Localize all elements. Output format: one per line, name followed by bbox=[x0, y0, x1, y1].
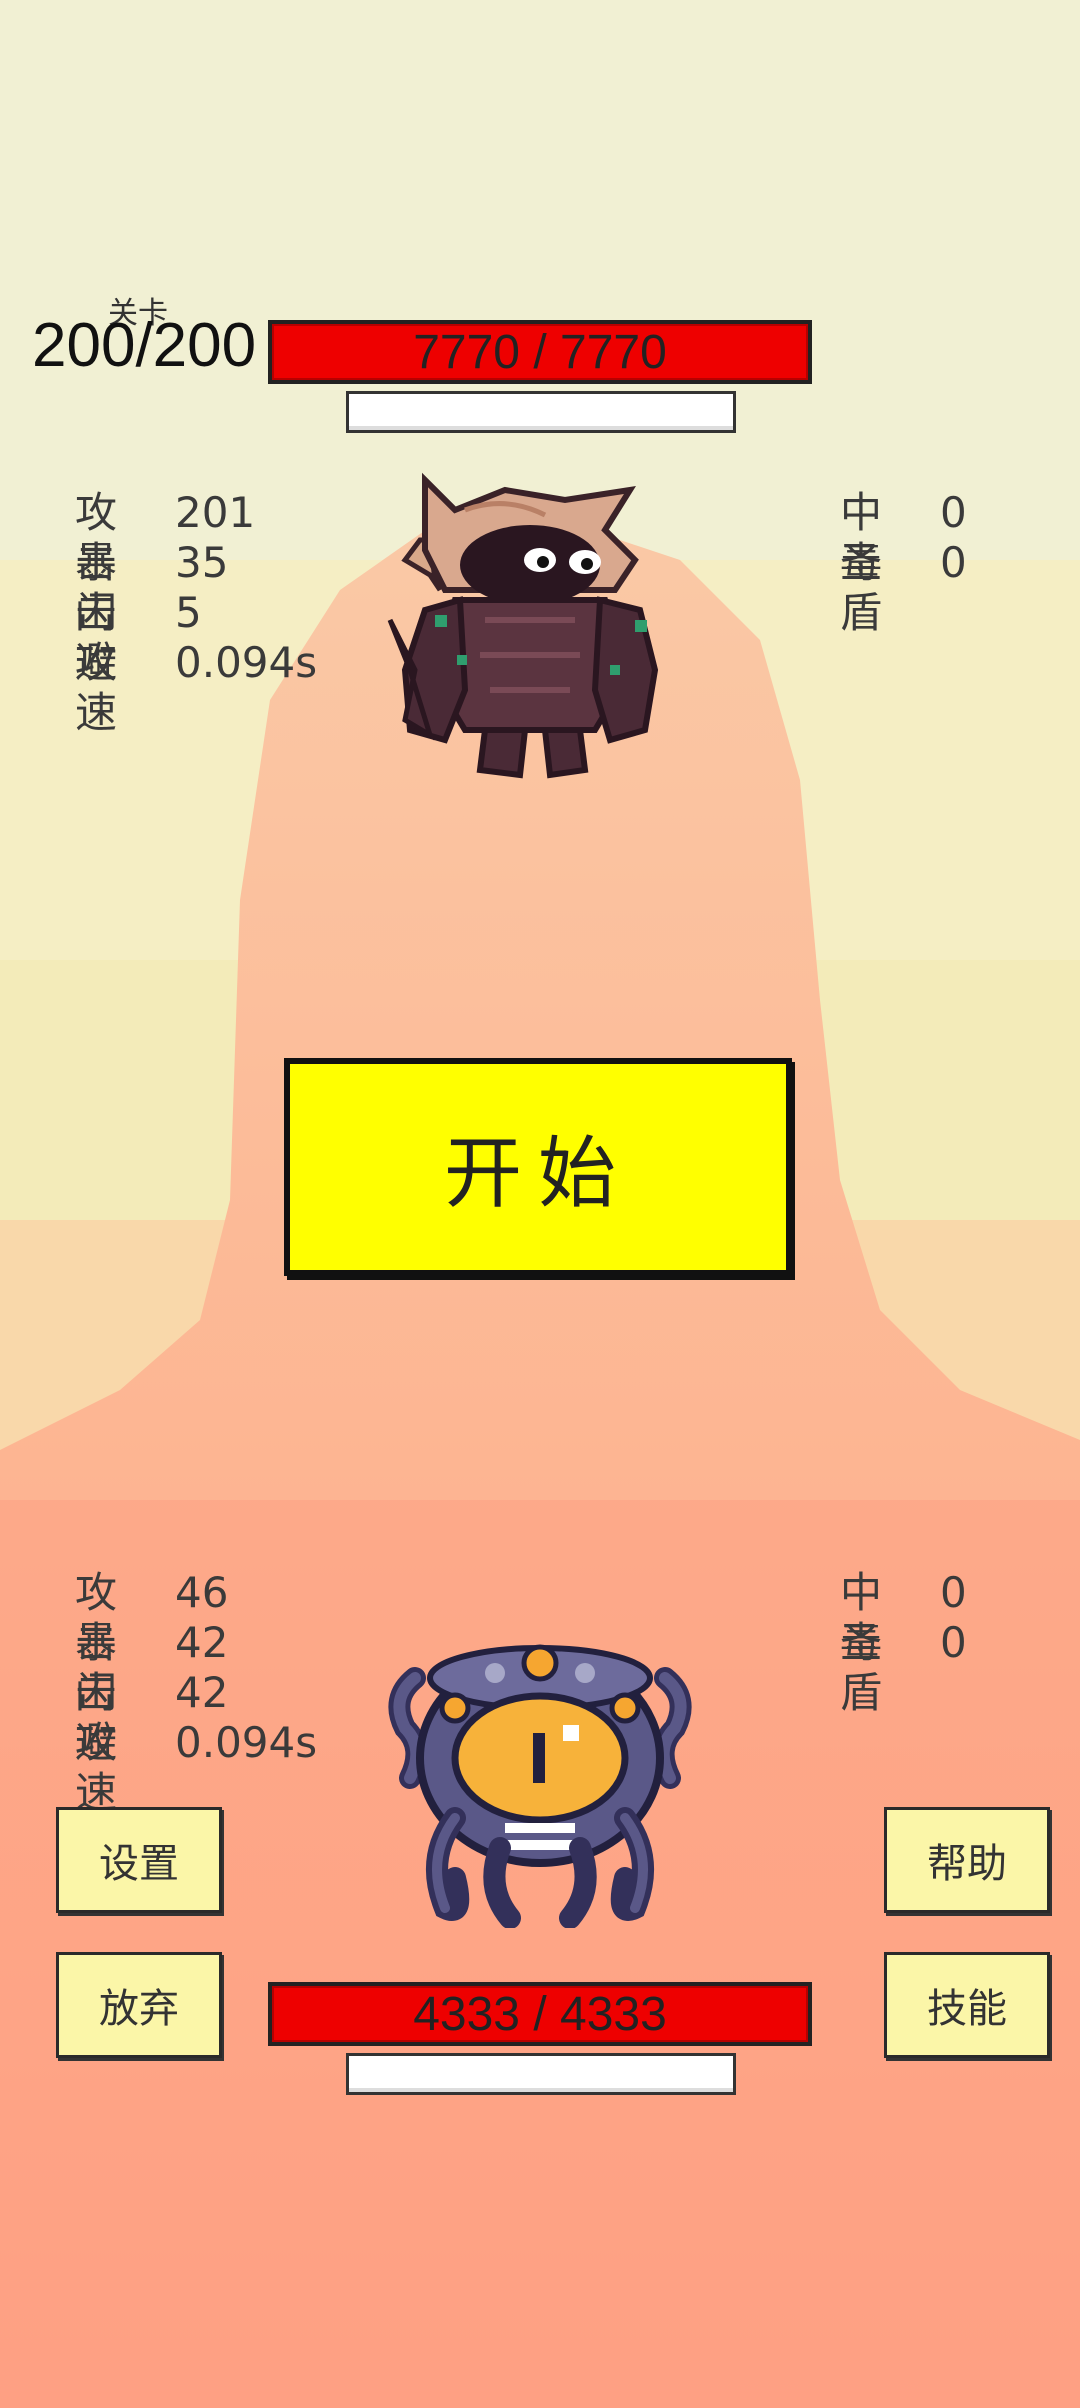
player-stat-speed: 攻速 0.094s bbox=[75, 1718, 318, 1817]
game-stage: 关卡 200/200 7770 / 7770 攻击 201 暴击 35 闪避 5 攻速… bbox=[0, 0, 1080, 2408]
enemy-monster-sprite bbox=[387, 472, 659, 779]
give-up-button[interactable]: 放弃 bbox=[56, 1952, 222, 2058]
player-hp-text: 4333 / 4333 bbox=[413, 1987, 667, 2041]
help-button[interactable]: 帮助 bbox=[884, 1807, 1050, 1913]
player-hp-bar: 4333 / 4333 bbox=[268, 1982, 812, 2046]
enemy-energy-bar bbox=[346, 391, 736, 433]
start-button[interactable]: 开始 bbox=[284, 1058, 792, 1276]
player-stat-shield: 圣盾 0 bbox=[840, 1618, 967, 1717]
player-energy-bar bbox=[346, 2053, 736, 2095]
level-counter: 200/200 bbox=[32, 311, 257, 380]
settings-button[interactable]: 设置 bbox=[56, 1807, 222, 1913]
skills-button[interactable]: 技能 bbox=[884, 1952, 1050, 2058]
enemy-stat-shield: 圣盾 0 bbox=[840, 538, 967, 637]
enemy-hp-bar: 7770 / 7770 bbox=[268, 320, 812, 384]
enemy-hp-text: 7770 / 7770 bbox=[413, 325, 667, 379]
player-monster-sprite bbox=[388, 1644, 692, 1928]
enemy-stat-speed: 攻速 0.094s bbox=[75, 638, 318, 737]
